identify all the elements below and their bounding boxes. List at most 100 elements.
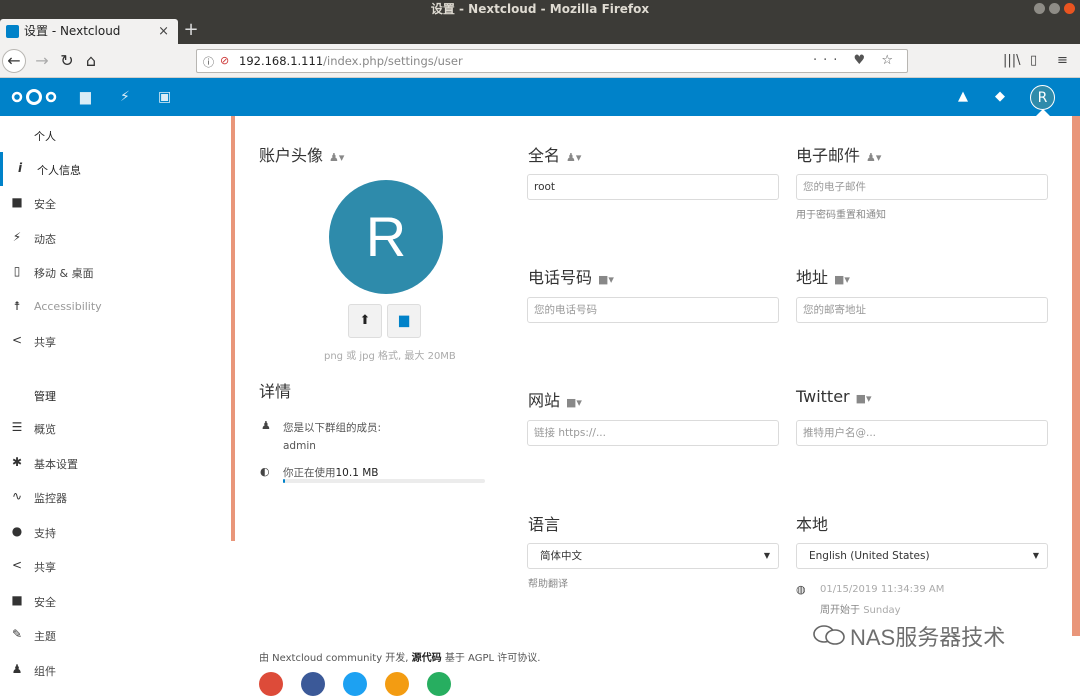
home-button[interactable]: ⌂ <box>78 48 104 74</box>
website-field[interactable]: 链接 https://... <box>527 420 779 446</box>
close-window-button[interactable] <box>1064 3 1075 14</box>
url-bar[interactable]: ⓘ ⊘ 192.168.1.111/index.php/settings/use… <box>196 49 908 73</box>
address-field[interactable]: 您的邮寄地址 <box>796 297 1048 323</box>
sidebar-item-basic-settings[interactable]: ✱ 基本设置 <box>0 446 232 480</box>
phone-title: 电话号码 ■▾ <box>528 268 614 287</box>
share-icon: < <box>11 558 23 572</box>
browser-tab[interactable]: 设置 - Nextcloud × <box>0 19 178 44</box>
tab-strip: 设置 - Nextcloud × + <box>0 18 1080 44</box>
wechat-watermark-icon <box>813 625 845 645</box>
language-title: 语言 <box>528 515 561 534</box>
fullname-title: 全名 ♟▾ <box>528 146 582 165</box>
help-translate-link[interactable]: 帮助翻译 <box>528 575 568 590</box>
contacts-icon[interactable]: ◆ <box>995 89 1005 104</box>
sidebar-item-theming[interactable]: ✎ 主题 <box>0 618 232 652</box>
avatar-hint: png 或 jpg 格式, 最大 20MB <box>324 351 456 362</box>
new-tab-button[interactable]: + <box>181 18 201 44</box>
forward-button[interactable]: → <box>29 48 55 74</box>
locale-time: 01/15/2019 11:34:39 AM <box>820 584 945 595</box>
sidebar-item-personal-info[interactable]: i 个人信息 <box>0 152 232 186</box>
user-avatar[interactable]: R <box>1030 85 1055 110</box>
activity-app-icon[interactable]: ⚡ <box>120 89 130 105</box>
google-plus-icon[interactable] <box>259 672 283 696</box>
facebook-icon[interactable] <box>301 672 325 696</box>
sidebar-item-admin-security[interactable]: ■ 安全 <box>0 584 232 618</box>
page-actions-icon[interactable]: ··· ♥ ☆ <box>813 53 899 68</box>
reload-button[interactable]: ↻ <box>54 48 80 74</box>
notifications-icon[interactable]: ▲ <box>958 89 968 104</box>
email-field[interactable]: 您的电子邮件 <box>796 174 1048 200</box>
rss-icon[interactable] <box>385 672 409 696</box>
nextcloud-logo-icon[interactable] <box>10 88 58 106</box>
info-icon[interactable]: ⓘ <box>203 54 214 70</box>
back-button[interactable]: ← <box>2 49 26 73</box>
quota-text: 你正在使用10.1 MB <box>283 467 379 479</box>
quota-fill <box>283 479 286 483</box>
week-start: 周开始于 Sunday <box>820 605 901 616</box>
source-code-link[interactable]: 源代码 <box>412 653 442 664</box>
groups-value: admin <box>283 440 316 452</box>
insecure-lock-icon[interactable]: ⊘ <box>220 54 229 67</box>
sidebar-item-mobile-desktop[interactable]: ▯ 移动 & 桌面 <box>0 255 232 289</box>
share-icon: < <box>11 333 23 347</box>
sidebar-item-security[interactable]: ■ 安全 <box>0 186 232 220</box>
sidebar-item-activity[interactable]: ⚡ 动态 <box>0 221 232 255</box>
nextcloud-favicon-icon <box>6 25 19 38</box>
maximize-button[interactable] <box>1049 3 1060 14</box>
window-titlebar: 设置 - Nextcloud - Mozilla Firefox <box>0 0 1080 18</box>
address-title: 地址 ■▾ <box>796 268 850 287</box>
phone-field[interactable]: 您的电话号码 <box>527 297 779 323</box>
lock-visibility-icon[interactable]: ■▾ <box>566 396 582 409</box>
chevron-down-icon: ▼ <box>1032 551 1039 560</box>
chevron-down-icon: ▼ <box>763 551 770 560</box>
locale-select[interactable]: English (United States) ▼ <box>796 543 1048 569</box>
files-app-icon[interactable]: ▆ <box>80 89 91 105</box>
library-icon[interactable]: |||\ <box>1003 53 1021 68</box>
upload-avatar-button[interactable]: ⬆ <box>348 304 382 338</box>
menu-caret <box>1036 109 1050 116</box>
details-title: 详情 <box>259 382 292 401</box>
menu-icon[interactable]: ≡ <box>1057 53 1068 68</box>
quota-bar <box>283 479 485 483</box>
personal-heading: 个人 <box>34 130 56 143</box>
groups-label: 您是以下群组的成员: <box>283 422 382 434</box>
scrollbar[interactable] <box>1072 116 1080 636</box>
support-icon: ● <box>11 524 23 538</box>
sidebar-item-admin-sharing[interactable]: < 共享 <box>0 549 232 583</box>
sidebar-item-sharing[interactable]: < 共享 <box>0 324 232 358</box>
fullname-field[interactable]: root <box>527 174 779 200</box>
sidebar-item-monitoring[interactable]: ∿ 监控器 <box>0 480 232 514</box>
settings-sidebar: 个人 i 个人信息 ■ 安全 ⚡ 动态 ▯ 移动 & 桌面 ☨ Accessib… <box>0 116 232 684</box>
website-title: 网站 ■▾ <box>528 391 582 410</box>
twitter-field[interactable]: 推特用户名@... <box>796 420 1048 446</box>
language-select[interactable]: 简体中文 ▼ <box>527 543 779 569</box>
sidebar-item-groupware[interactable]: ♟ 组件 <box>0 653 232 687</box>
url-text: 192.168.1.111/index.php/settings/user <box>239 54 463 68</box>
lock-visibility-icon[interactable]: ■▾ <box>598 273 614 286</box>
globe-icon: ◍ <box>796 583 806 596</box>
profile-avatar: R <box>329 180 443 294</box>
watermark-text: NAS服务器技术 <box>850 625 1006 650</box>
gallery-app-icon[interactable]: ▣ <box>158 89 171 105</box>
choose-avatar-folder-button[interactable]: ▆ <box>387 304 421 338</box>
twitter-icon[interactable] <box>343 672 367 696</box>
sidebar-item-accessibility[interactable]: ☨ Accessibility <box>0 290 232 324</box>
user-icon: ♟ <box>261 419 271 432</box>
visibility-icon[interactable]: ♟▾ <box>566 151 581 164</box>
lock-visibility-icon[interactable]: ■▾ <box>834 273 850 286</box>
visibility-icon[interactable]: ♟▾ <box>866 151 881 164</box>
locale-title: 本地 <box>796 515 829 534</box>
tab-close-icon[interactable]: × <box>158 19 169 44</box>
footer-text: 由 Nextcloud community 开发, 源代码 基于 AGPL 许可… <box>259 653 541 664</box>
monitor-icon: ∿ <box>11 489 23 503</box>
personal-settings: 账户头像 ♟▾ R ⬆ ▆ png 或 jpg 格式, 最大 20MB 详情 ♟ … <box>235 116 1072 696</box>
visibility-icon[interactable]: ♟▾ <box>329 151 344 164</box>
sidebar-item-support[interactable]: ● 支持 <box>0 515 232 549</box>
window-title: 设置 - Nextcloud - Mozilla Firefox <box>430 2 650 16</box>
lock-visibility-icon[interactable]: ■▾ <box>856 392 872 405</box>
mail-icon[interactable] <box>427 672 451 696</box>
sidebar-item-overview[interactable]: ☰ 概览 <box>0 411 232 445</box>
minimize-button[interactable] <box>1034 3 1045 14</box>
sidebar-toggle-icon[interactable]: ▯ <box>1030 53 1037 68</box>
lock-icon: ■ <box>11 593 23 607</box>
